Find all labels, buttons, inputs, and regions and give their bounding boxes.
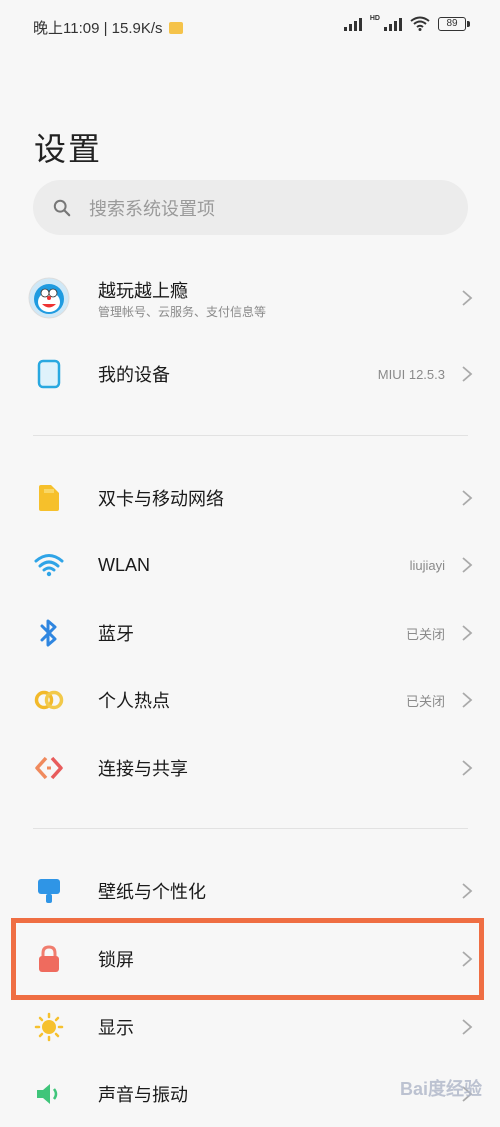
signal-icon-2 <box>384 17 402 31</box>
item-value: 已关闭 <box>405 626 445 642</box>
chevron-right-icon <box>462 366 473 382</box>
wallpaper-row[interactable]: 壁纸与个性化 <box>0 858 500 924</box>
battery-icon: 89 <box>438 16 470 31</box>
divider <box>33 435 468 436</box>
chevron-right-icon <box>462 1019 473 1035</box>
item-label: 蓝牙 <box>98 624 134 644</box>
status-left: 晚上11:09 | 15.9K/s <box>33 17 183 38</box>
wlan-row[interactable]: WLAN liujiayi <box>0 532 500 598</box>
search-input[interactable]: 搜索系统设置项 <box>33 180 468 235</box>
hotspot-row[interactable]: 个人热点 已关闭 <box>0 667 500 733</box>
chevron-right-icon <box>462 692 473 708</box>
highlight-box <box>11 918 484 1000</box>
hotspot-icon <box>33 684 65 716</box>
avatar <box>28 277 70 319</box>
status-right: HD 89 <box>343 15 470 31</box>
device-label: 我的设备 <box>98 365 170 385</box>
item-label: 连接与共享 <box>98 759 188 779</box>
device-icon <box>33 358 65 390</box>
sim-network-row[interactable]: 双卡与移动网络 <box>0 465 500 531</box>
item-label: 显示 <box>98 1018 134 1038</box>
bluetooth-row[interactable]: 蓝牙 已关闭 <box>0 600 500 666</box>
chevron-right-icon <box>462 883 473 899</box>
notification-icon <box>168 21 183 34</box>
account-name: 越玩越上瘾 <box>98 281 188 301</box>
wifi-icon <box>33 549 65 581</box>
hd-badge: HD <box>369 15 380 22</box>
chevron-right-icon <box>462 557 473 573</box>
sim-card-icon <box>33 482 65 514</box>
account-row[interactable]: 越玩越上瘾 管理帐号、云服务、支付信息等 <box>0 265 500 331</box>
display-sun-icon <box>33 1011 65 1043</box>
my-device-row[interactable]: 我的设备 MIUI 12.5.3 <box>0 341 500 407</box>
chevron-right-icon <box>462 625 473 641</box>
time-speed: 晚上11:09 | 15.9K/s <box>33 20 163 37</box>
page-title: 设置 <box>34 131 103 167</box>
item-label: 个人热点 <box>98 691 170 711</box>
chevron-right-icon <box>462 290 473 306</box>
chevron-right-icon <box>462 490 473 506</box>
connection-share-icon <box>33 752 65 784</box>
watermark-text: Bai度经验 <box>399 1079 482 1099</box>
device-value: MIUI 12.5.3 <box>377 366 445 382</box>
divider <box>33 828 468 829</box>
item-label: 双卡与移动网络 <box>98 489 224 509</box>
item-label: WLAN <box>98 554 151 575</box>
signal-icon <box>343 17 362 31</box>
item-label: 壁纸与个性化 <box>98 882 206 902</box>
search-icon <box>53 199 71 216</box>
wifi-status-icon <box>410 16 430 31</box>
speaker-icon <box>33 1078 65 1110</box>
status-bar: 晚上11:09 | 15.9K/s HD 89 <box>0 0 500 56</box>
display-row[interactable]: 显示 <box>0 994 500 1060</box>
account-subtitle: 管理帐号、云服务、支付信息等 <box>98 305 267 319</box>
item-value: liujiayi <box>409 557 445 573</box>
chevron-right-icon <box>462 760 473 776</box>
bluetooth-icon <box>33 617 65 649</box>
item-value: 已关闭 <box>405 693 445 709</box>
connection-share-row[interactable]: 连接与共享 <box>0 735 500 801</box>
item-label: 声音与振动 <box>98 1085 188 1105</box>
search-placeholder: 搜索系统设置项 <box>89 198 215 219</box>
wallpaper-icon <box>33 875 65 907</box>
watermark: Bai度经验 <box>400 1075 482 1101</box>
